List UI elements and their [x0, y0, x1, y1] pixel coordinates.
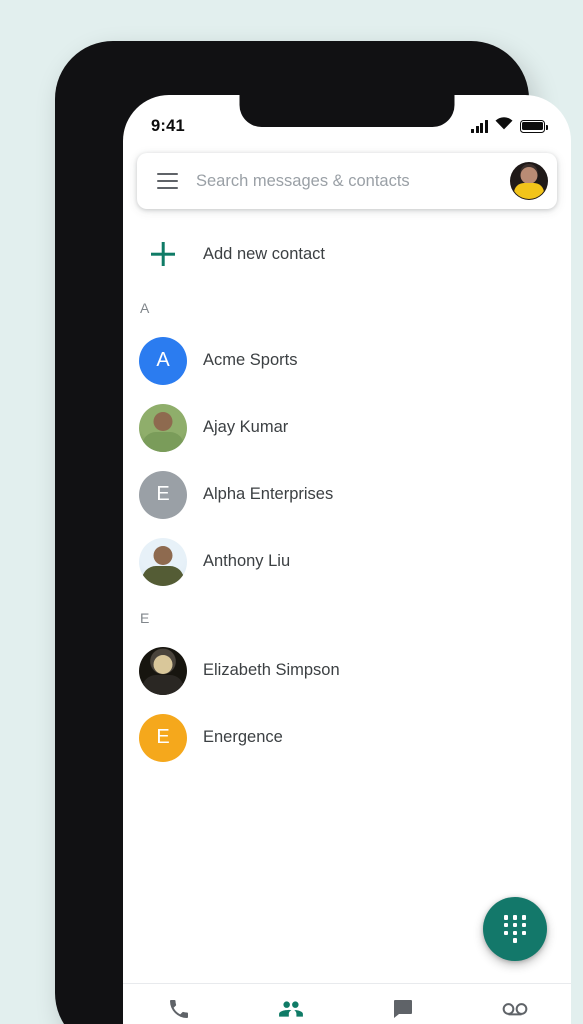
contact-sections: A A Acme Sports Ajay Kumar E Alpha Enterprise… [123, 285, 571, 771]
contacts-icon [278, 996, 304, 1022]
nav-item-voicemail[interactable] [459, 996, 571, 1024]
avatar-head-shape [153, 654, 173, 674]
contact-row[interactable]: A Acme Sports [123, 327, 571, 394]
plus-icon [139, 230, 187, 278]
contact-photo-avatar [139, 403, 187, 452]
contact-row[interactable]: E Alpha Enterprises [123, 461, 571, 528]
nav-item-contacts[interactable]: Contacts [235, 996, 347, 1024]
contact-initial-avatar: A [139, 336, 187, 385]
notch [239, 95, 455, 127]
phone-frame: 9:41 Search messages & contacts Add new … [55, 41, 571, 1024]
contact-name: Acme Sports [203, 351, 298, 369]
dialpad-icon [503, 915, 527, 943]
phone-icon [167, 996, 191, 1022]
messages-icon [391, 996, 415, 1022]
battery-full-icon [520, 119, 548, 133]
contact-row[interactable]: E Energence [123, 704, 571, 771]
voicemail-icon [502, 996, 528, 1022]
contact-name: Ajay Kumar [203, 418, 289, 436]
contact-row[interactable]: Elizabeth Simpson [123, 637, 571, 704]
contact-initial-avatar: E [139, 713, 187, 762]
contact-photo-avatar [139, 646, 187, 695]
screenshot-canvas: 9:41 Search messages & contacts Add new … [0, 0, 583, 1024]
status-time: 9:41 [151, 116, 185, 135]
add-new-contact-label: Add new contact [203, 244, 325, 263]
signal-bars-icon [471, 119, 488, 133]
contact-name: Energence [203, 728, 283, 746]
contact-list[interactable]: Add new contact A A Acme Sports Ajay Kumar E… [123, 223, 571, 983]
wifi-icon [495, 117, 513, 135]
nav-item-phone[interactable] [123, 996, 235, 1024]
avatar-body-shape [142, 674, 184, 695]
contact-row[interactable]: Ajay Kumar [123, 394, 571, 461]
status-icons [471, 117, 548, 135]
avatar-head-shape [153, 545, 173, 565]
dialpad-fab-button[interactable] [483, 897, 547, 961]
nav-item-messages[interactable] [347, 996, 459, 1024]
contact-photo-avatar [139, 537, 187, 586]
contact-name: Anthony Liu [203, 552, 291, 570]
search-input[interactable] [196, 171, 510, 191]
add-new-contact-button[interactable]: Add new contact [123, 223, 571, 285]
search-bar[interactable] [137, 153, 557, 209]
contact-name: Elizabeth Simpson [203, 661, 340, 679]
avatar-head-shape [153, 411, 173, 431]
bottom-navigation[interactable]: Contacts [123, 983, 571, 1024]
hamburger-menu-icon[interactable] [157, 173, 178, 189]
section-header: E [140, 610, 150, 626]
avatar-body-shape [142, 431, 184, 452]
phone-screen: 9:41 Search messages & contacts Add new … [123, 95, 571, 1024]
section-header: A [140, 300, 150, 316]
contact-initial-avatar: E [139, 470, 187, 519]
profile-avatar[interactable] [510, 162, 548, 200]
contact-name: Alpha Enterprises [203, 485, 334, 503]
avatar-body-shape [142, 565, 184, 586]
contact-row[interactable]: Anthony Liu [123, 528, 571, 595]
